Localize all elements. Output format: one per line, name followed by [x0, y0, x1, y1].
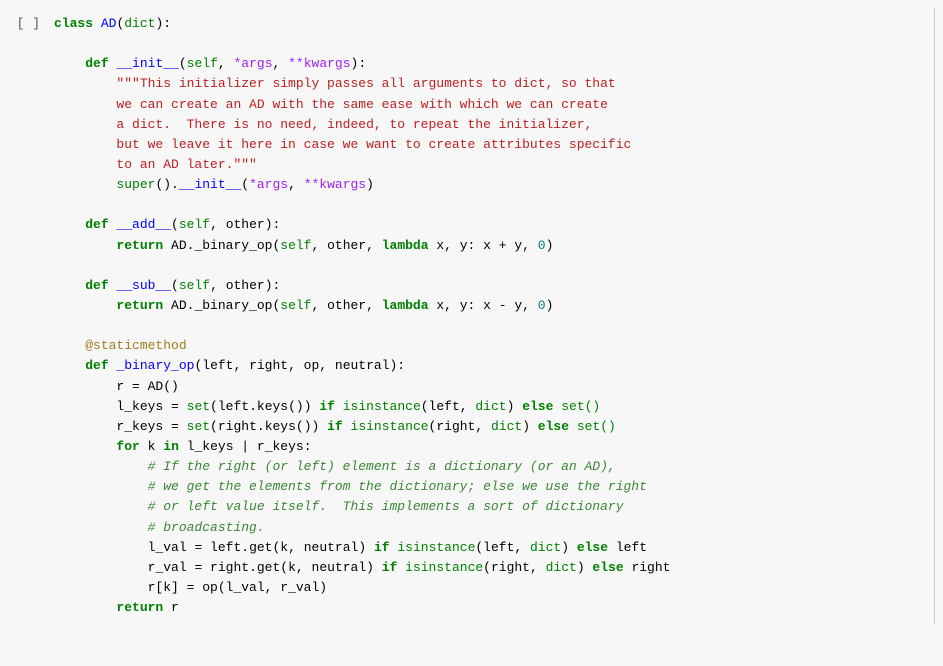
self: self — [179, 217, 210, 232]
right: right — [218, 419, 257, 434]
kw-def: def — [85, 278, 108, 293]
docstring-l3: a dict. There is no need, indeed, to rep… — [116, 117, 592, 132]
comment-l2: # we get the elements from the dictionar… — [148, 479, 647, 494]
lambda-expr: x - y — [483, 298, 522, 313]
get: get — [257, 560, 280, 575]
kw-if: if — [327, 419, 343, 434]
self: self — [187, 56, 218, 71]
binop-args: left, right, op, neutral — [202, 358, 389, 373]
lkeys-var: l_keys — [116, 399, 163, 414]
zero: 0 — [538, 298, 546, 313]
param-other: other — [226, 278, 265, 293]
code-cell: [ ] class AD(dict): def __init__(self, *… — [0, 8, 935, 624]
tail: left — [616, 540, 647, 555]
fn-add: __add__ — [116, 217, 171, 232]
input-prompt: [ ] — [0, 8, 50, 34]
kw-else: else — [577, 540, 608, 555]
comment-l1: # If the right (or left) element is a di… — [148, 459, 616, 474]
param-other: other — [226, 217, 265, 232]
loop-iter: l_keys | r_keys — [187, 439, 304, 454]
isinstance: isinstance — [343, 399, 421, 414]
return-r: r — [171, 600, 179, 615]
self: self — [280, 238, 311, 253]
self: self — [280, 298, 311, 313]
r-assign: r = AD() — [116, 379, 178, 394]
r-k-assign: r[k] = op(l_val, r_val) — [148, 580, 327, 595]
kw-if: if — [319, 399, 335, 414]
left: left — [210, 540, 241, 555]
decorator-static: @staticmethod — [85, 338, 186, 353]
dict: dict — [530, 540, 561, 555]
kw-def: def — [85, 217, 108, 232]
docstring-l2: we can create an AD with the same ease w… — [116, 97, 607, 112]
kw-return: return — [116, 238, 163, 253]
left: left — [218, 399, 249, 414]
neutral: neutral — [304, 540, 359, 555]
kw-in: in — [163, 439, 179, 454]
set: set — [187, 419, 210, 434]
classname: AD — [101, 16, 117, 31]
set: set — [187, 399, 210, 414]
keys: keys() — [265, 419, 312, 434]
isinstance: isinstance — [397, 540, 475, 555]
dict: dict — [546, 560, 577, 575]
fn-sub: __sub__ — [116, 278, 171, 293]
right: right — [210, 560, 249, 575]
lambda-expr: x + y — [483, 238, 522, 253]
k: k — [288, 560, 296, 575]
k: k — [280, 540, 288, 555]
code-content[interactable]: class AD(dict): def __init__(self, *args… — [50, 8, 935, 624]
kw-def: def — [85, 358, 108, 373]
neutral: neutral — [312, 560, 367, 575]
call-binaryop: AD._binary_op — [171, 298, 272, 313]
lval-var: l_val — [148, 540, 187, 555]
super-init: __init__ — [179, 177, 241, 192]
rval-var: r_val — [148, 560, 187, 575]
kw-if: if — [382, 560, 398, 575]
kw-lambda: lambda — [382, 238, 429, 253]
zero: 0 — [538, 238, 546, 253]
tail: right — [631, 560, 670, 575]
isinstance: isinstance — [351, 419, 429, 434]
fn-binaryop: _binary_op — [116, 358, 194, 373]
docstring-l1: """This initializer simply passes all ar… — [116, 76, 615, 91]
kw-else: else — [538, 419, 569, 434]
kw-else: else — [592, 560, 623, 575]
kw-return: return — [116, 298, 163, 313]
kw-def: def — [85, 56, 108, 71]
kw-for: for — [116, 439, 139, 454]
super: super — [116, 177, 155, 192]
set-empty: set() — [561, 399, 600, 414]
set-empty: set() — [577, 419, 616, 434]
loop-var: k — [148, 439, 156, 454]
super-kwargs: **kwargs — [304, 177, 366, 192]
dict: dict — [491, 419, 522, 434]
docstring-l5: to an AD later.""" — [116, 157, 256, 172]
keys: keys() — [257, 399, 304, 414]
comment-l3: # or left value itself. This implements … — [148, 499, 624, 514]
fn-init: __init__ — [116, 56, 178, 71]
comment-l4: # broadcasting. — [148, 520, 265, 535]
base-dict: dict — [124, 16, 155, 31]
kw-else: else — [522, 399, 553, 414]
kw-lambda: lambda — [382, 298, 429, 313]
kw-return: return — [116, 600, 163, 615]
kw-if: if — [374, 540, 390, 555]
keyword-class: class — [54, 16, 93, 31]
call-binaryop: AD._binary_op — [171, 238, 272, 253]
kwargs: **kwargs — [288, 56, 350, 71]
rkeys-var: r_keys — [116, 419, 163, 434]
docstring-l4: but we leave it here in case we want to … — [116, 137, 631, 152]
get: get — [249, 540, 272, 555]
isinstance: isinstance — [405, 560, 483, 575]
self: self — [179, 278, 210, 293]
super-args: *args — [249, 177, 288, 192]
args: *args — [234, 56, 273, 71]
dict: dict — [475, 399, 506, 414]
